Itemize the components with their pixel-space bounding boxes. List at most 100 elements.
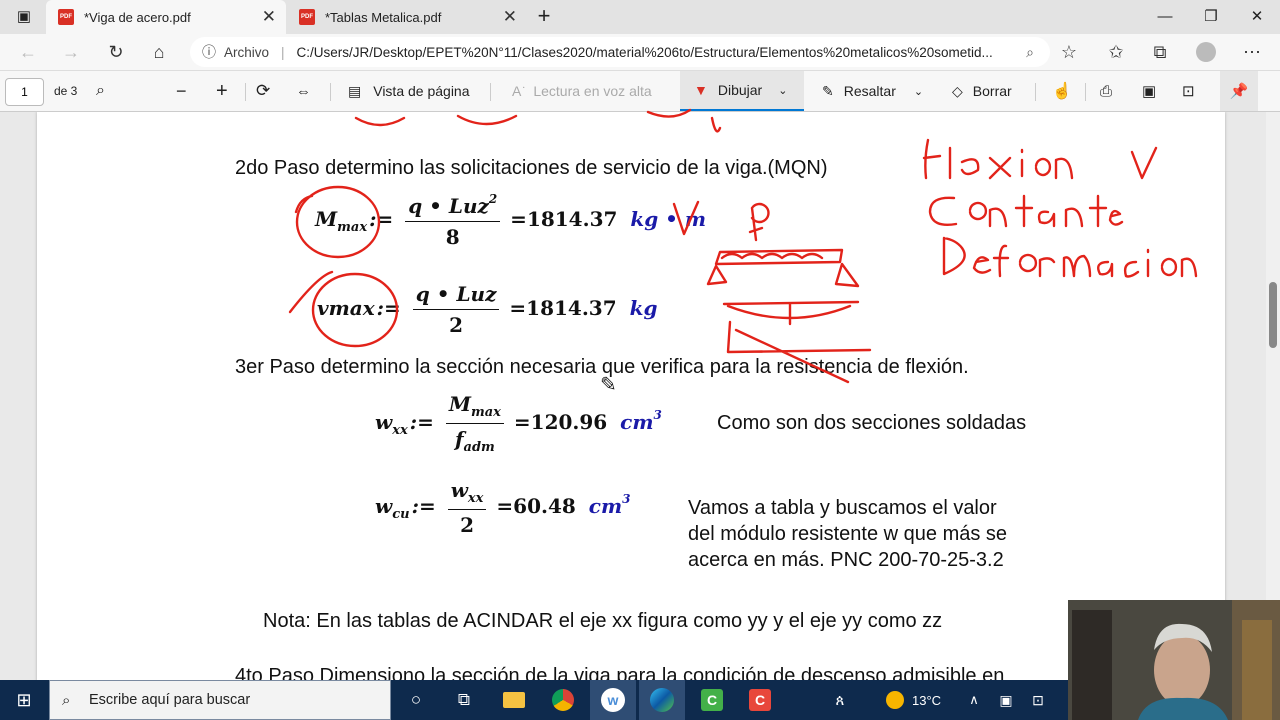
chevron-up-icon[interactable]: ∧ bbox=[964, 680, 984, 720]
presenter-video bbox=[1068, 600, 1280, 720]
url-text: C:/Users/JR/Desktop/EPET%20N°11/Clases20… bbox=[296, 44, 993, 60]
divider bbox=[490, 83, 491, 101]
more-icon[interactable]: ⋯ bbox=[1238, 38, 1266, 66]
page-count: de 3 bbox=[54, 84, 78, 98]
page-number-input[interactable]: 1 bbox=[5, 78, 44, 106]
file-explorer-icon[interactable] bbox=[500, 680, 528, 720]
search-icon: ⌕ bbox=[62, 691, 71, 709]
refresh-icon[interactable]: ↻ bbox=[102, 38, 130, 66]
weather-widget[interactable]: 13°C bbox=[886, 680, 950, 720]
tab-title: *Viga de acero.pdf bbox=[84, 9, 191, 25]
wcu-formula: wcu:= wxx 2 =60.48 cm3 bbox=[375, 478, 631, 537]
chrome-icon[interactable] bbox=[549, 680, 577, 720]
table-line-3: acerca en más. PNC 200-70-25-3.2 bbox=[688, 549, 1004, 571]
cortana-icon[interactable]: ○ bbox=[404, 680, 428, 720]
windows-start-icon[interactable]: ⊞ bbox=[10, 680, 38, 720]
two-sections-note: Como son dos secciones soldadas bbox=[717, 412, 1027, 434]
meet-now-icon[interactable]: ▣ bbox=[996, 680, 1016, 720]
forward-icon[interactable]: → bbox=[57, 38, 85, 66]
fit-page-icon[interactable]: ⇔ bbox=[296, 71, 311, 111]
eraser-icon: ◇ bbox=[952, 82, 963, 99]
vmax-formula: vmax:= q • Luz 2 =1814.37 kg bbox=[317, 282, 658, 337]
erase-button[interactable]: ◇ Borrar bbox=[952, 71, 1012, 111]
scrollbar-thumb[interactable] bbox=[1269, 282, 1277, 348]
people-icon[interactable]: ጰ bbox=[828, 680, 852, 720]
back-icon[interactable]: ← bbox=[14, 38, 42, 66]
draw-button[interactable]: ▼ Dibujar ⌄ bbox=[680, 71, 804, 111]
webcam-overlay bbox=[1068, 600, 1280, 720]
favorites-icon[interactable]: ✩ bbox=[1102, 38, 1130, 66]
mmax-formula: Mmax:= q • Luz2 8 =1814.37 kg • m bbox=[315, 192, 707, 249]
pin-toolbar-icon[interactable]: 📌 bbox=[1220, 71, 1258, 111]
close-icon[interactable]: ✕ bbox=[262, 7, 276, 27]
zoom-in-icon[interactable]: + bbox=[216, 71, 228, 111]
camtasia-recorder-icon[interactable]: C bbox=[746, 680, 774, 720]
profile-avatar[interactable] bbox=[1192, 38, 1220, 66]
save-as-icon[interactable]: ⊡ bbox=[1182, 71, 1195, 111]
network-icon[interactable]: ⊡ bbox=[1028, 680, 1048, 720]
divider bbox=[1035, 83, 1036, 101]
zoom-out-icon[interactable]: − bbox=[176, 71, 187, 111]
edge-icon[interactable] bbox=[639, 680, 685, 720]
collections-icon[interactable]: ⧉ bbox=[1146, 38, 1174, 66]
read-aloud-label: Lectura en voz alta bbox=[533, 83, 652, 99]
separator: | bbox=[281, 44, 285, 60]
pdf-toolbar: 1 de 3 ⌕ − + ⟳ ⇔ ▤ Vista de página A͘ Le… bbox=[0, 70, 1280, 112]
new-tab-icon[interactable]: + bbox=[532, 0, 556, 32]
tab-title: *Tablas Metalica.pdf bbox=[325, 9, 442, 25]
acindar-note: Nota: En las tablas de ACINDAR el eje xx… bbox=[263, 610, 943, 632]
search-icon[interactable]: ⌕ bbox=[96, 71, 105, 111]
wondershare-icon[interactable]: w bbox=[590, 680, 636, 720]
tab-viga-de-acero[interactable]: PDF *Viga de acero.pdf ✕ bbox=[46, 0, 286, 34]
draw-icon: ▼ bbox=[694, 82, 708, 98]
highlight-button[interactable]: ✎ Resaltar ⌄ bbox=[822, 71, 923, 111]
pdf-icon: PDF bbox=[58, 9, 74, 25]
temperature-text: 13°C bbox=[912, 692, 942, 708]
step2-text: 2do Paso determino las solicitaciones de… bbox=[235, 157, 828, 179]
highlight-icon: ✎ bbox=[822, 82, 834, 99]
minimize-button[interactable]: — bbox=[1142, 0, 1188, 32]
page-view-label: Vista de página bbox=[373, 83, 470, 99]
erase-label: Borrar bbox=[972, 83, 1012, 99]
draw-label: Dibujar bbox=[717, 82, 763, 98]
taskbar-search-input[interactable]: ⌕ Escribe aquí para buscar bbox=[49, 680, 391, 720]
chevron-down-icon[interactable]: ⌄ bbox=[914, 85, 923, 98]
address-toolbar: ← → ↻ ⌂ ⓘ Archivo | C:/Users/JR/Desktop/… bbox=[0, 34, 1280, 70]
chevron-down-icon[interactable]: ⌄ bbox=[778, 84, 787, 97]
close-icon[interactable]: ✕ bbox=[503, 7, 517, 27]
print-icon[interactable]: ⎙ bbox=[1100, 71, 1112, 111]
workspaces-icon[interactable]: ▣ bbox=[10, 1, 38, 31]
rotate-icon[interactable]: ⟳ bbox=[256, 71, 270, 111]
camtasia-green-icon[interactable]: C bbox=[698, 680, 726, 720]
zoom-icon[interactable]: ⌕ bbox=[1026, 44, 1034, 61]
search-placeholder: Escribe aquí para buscar bbox=[89, 692, 251, 708]
add-favorite-icon[interactable]: ☆ bbox=[1055, 38, 1083, 66]
pdf-icon: PDF bbox=[299, 9, 315, 25]
divider bbox=[1085, 83, 1086, 101]
touch-icon[interactable]: ☝ bbox=[1052, 71, 1072, 111]
pdf-page: 2do Paso determino las solicitaciones de… bbox=[37, 112, 1225, 680]
site-label: Archivo bbox=[224, 44, 270, 60]
read-aloud-icon: A͘ bbox=[512, 83, 522, 99]
pen-cursor-icon: ✎ bbox=[600, 374, 617, 396]
wxx-formula: wxx:= Mmax fadm =120.96 cm3 bbox=[375, 392, 662, 455]
restore-button[interactable]: ❐ bbox=[1188, 0, 1234, 32]
table-line-1: Vamos a tabla y buscamos el valor bbox=[688, 497, 997, 519]
save-icon[interactable]: ▣ bbox=[1142, 71, 1156, 111]
step4-text: 4to Paso Dimensiono la sección de la vig… bbox=[235, 665, 1005, 680]
tab-tablas-metalica[interactable]: PDF *Tablas Metalica.pdf ✕ bbox=[287, 0, 527, 34]
divider bbox=[330, 83, 331, 101]
close-window-button[interactable]: ✕ bbox=[1234, 0, 1280, 32]
home-icon[interactable]: ⌂ bbox=[145, 38, 173, 66]
info-icon[interactable]: ⓘ bbox=[202, 42, 216, 62]
page-view-button[interactable]: ▤ Vista de página bbox=[348, 71, 470, 111]
page-view-icon: ▤ bbox=[348, 82, 362, 99]
vertical-scrollbar[interactable] bbox=[1266, 112, 1280, 680]
highlight-label: Resaltar bbox=[843, 83, 896, 99]
sun-icon bbox=[886, 691, 904, 709]
read-aloud-button[interactable]: A͘ Lectura en voz alta bbox=[512, 71, 652, 111]
address-field[interactable]: ⓘ Archivo | C:/Users/JR/Desktop/EPET%20N… bbox=[190, 37, 1050, 67]
divider bbox=[245, 83, 246, 101]
tab-bar: ▣ PDF *Viga de acero.pdf ✕ PDF *Tablas M… bbox=[0, 0, 1280, 34]
task-view-icon[interactable]: ⧉ bbox=[452, 680, 476, 720]
